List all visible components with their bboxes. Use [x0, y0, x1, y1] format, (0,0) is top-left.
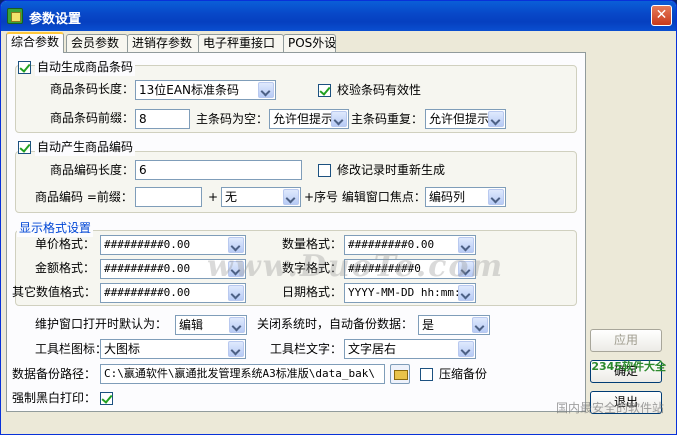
toolbar-text-select[interactable]: 文字居右: [344, 339, 476, 359]
toolbar-text-value: 文字居右: [348, 342, 397, 356]
tab-scale[interactable]: 电子秤重接口: [198, 34, 284, 53]
main-barcode-empty-select[interactable]: 允许但提示: [269, 109, 349, 129]
date-format-select[interactable]: YYYY-MM-DD hh:mm:ss: [344, 283, 476, 303]
bw-print-label: 强制黑白打印：: [12, 391, 97, 405]
chevron-down-icon[interactable]: [258, 82, 274, 98]
chevron-down-icon[interactable]: [228, 237, 244, 253]
number-format-select[interactable]: ##########0: [344, 259, 476, 279]
folder-browse-icon[interactable]: [390, 364, 410, 384]
chevron-down-icon[interactable]: [488, 189, 504, 205]
other-format-label: 其它数值格式：: [12, 285, 97, 299]
main-barcode-empty-value: 允许但提示: [273, 112, 334, 126]
apply-button[interactable]: 应用: [590, 329, 662, 352]
main-barcode-dup-select[interactable]: 允许但提示: [425, 109, 506, 129]
auto-barcode-checkbox[interactable]: [18, 61, 31, 74]
maint-window-value: 编辑: [179, 318, 204, 332]
regen-code-checkbox[interactable]: [318, 164, 331, 177]
other-format-value: #########0.00: [104, 286, 191, 299]
chevron-down-icon[interactable]: [228, 285, 244, 301]
chevron-down-icon[interactable]: [228, 261, 244, 277]
price-format-select[interactable]: #########0.00: [100, 235, 246, 255]
other-format-select[interactable]: #########0.00: [100, 283, 246, 303]
amount-format-label: 金额格式：: [35, 261, 96, 275]
qty-format-value: #########0.00: [348, 238, 435, 251]
maint-window-label: 维护窗口打开时默认为：: [35, 317, 168, 331]
toolbar-icon-select[interactable]: 大图标: [100, 339, 246, 359]
chevron-down-icon[interactable]: [331, 111, 347, 127]
code-mid-value: 无: [225, 190, 238, 204]
auto-code-checkbox[interactable]: [18, 141, 31, 154]
backup-path-label: 数据备份路径：: [12, 367, 97, 381]
code-prefix-label: 商品编码 =前缀：: [35, 190, 133, 204]
chevron-down-icon[interactable]: [228, 341, 244, 357]
edit-focus-value: 编码列: [429, 190, 466, 204]
edit-focus-select[interactable]: 编码列: [425, 187, 506, 207]
app-icon: [7, 8, 23, 24]
chevron-down-icon[interactable]: [458, 285, 474, 301]
verify-barcode-checkbox[interactable]: [318, 84, 331, 97]
main-barcode-empty-label: 主条码为空：: [196, 112, 269, 126]
compress-backup-checkbox[interactable]: [420, 368, 433, 381]
chevron-down-icon[interactable]: [488, 111, 504, 127]
barcode-length-value: 13位EAN标准条码: [139, 83, 240, 97]
barcode-prefix-input[interactable]: 8: [135, 109, 190, 129]
number-format-value: ##########0: [348, 262, 421, 275]
main-barcode-dup-label: 主条码重复：: [351, 112, 424, 126]
toolbar-icon-label: 工具栏图标：: [35, 342, 108, 356]
date-format-value: YYYY-MM-DD hh:mm:ss: [348, 286, 474, 299]
barcode-length-select[interactable]: 13位EAN标准条码: [135, 80, 276, 100]
tab-panel-general: 自动生成商品条码 商品条码长度： 13位EAN标准条码 校验条码有效性 商品条码…: [6, 52, 586, 412]
close-button[interactable]: ✕: [651, 5, 672, 26]
plus-label: +: [208, 190, 219, 204]
tab-pos[interactable]: POS外设: [283, 34, 336, 53]
price-format-value: #########0.00: [104, 238, 191, 251]
barcode-prefix-label: 商品条码前缀：: [50, 111, 135, 125]
corner-watermark-logo: 2345软件大全: [591, 360, 666, 373]
regen-code-label: 修改记录时重新生成: [337, 163, 446, 177]
settings-window: 参数设置 ✕ 综合参数 会员参数 进销存参数 电子秤重接口 POS外设 自动生成…: [0, 0, 677, 435]
qty-format-select[interactable]: #########0.00: [344, 235, 476, 255]
main-barcode-dup-value: 允许但提示: [429, 112, 490, 126]
chevron-down-icon[interactable]: [283, 189, 299, 205]
bw-print-checkbox[interactable]: [100, 392, 113, 405]
price-format-label: 单价格式：: [35, 237, 96, 251]
tab-general[interactable]: 综合参数: [6, 32, 64, 53]
chevron-down-icon[interactable]: [229, 317, 245, 333]
compress-backup-label: 压缩备份: [439, 367, 488, 381]
code-length-input[interactable]: 6: [135, 160, 302, 180]
code-prefix-input[interactable]: [135, 187, 202, 207]
toolbar-icon-value: 大图标: [104, 342, 141, 356]
number-format-label: 数字格式：: [282, 261, 343, 275]
tab-member[interactable]: 会员参数: [66, 34, 128, 53]
date-format-label: 日期格式：: [282, 285, 343, 299]
backup-path-input[interactable]: C:\嬴通软件\嬴通批发管理系统A3标准版\data_bak\: [100, 364, 385, 384]
corner-watermark-text: 国内最安全的软件站: [555, 401, 664, 415]
chevron-down-icon[interactable]: [458, 341, 474, 357]
toolbar-text-label: 工具栏文字：: [270, 342, 343, 356]
backup-on-close-select[interactable]: 是: [418, 315, 490, 335]
code-mid-select[interactable]: 无: [221, 187, 301, 207]
maint-window-select[interactable]: 编辑: [175, 315, 247, 335]
verify-barcode-label: 校验条码有效性: [337, 83, 422, 97]
window-title: 参数设置: [29, 12, 82, 27]
title-bar[interactable]: 参数设置 ✕: [1, 1, 676, 31]
auto-barcode-label: 自动生成商品条码: [35, 58, 136, 76]
code-suffix-label: +序号 编辑窗口焦点：: [304, 190, 426, 204]
amount-format-select[interactable]: #########0.00: [100, 259, 246, 279]
backup-on-close-label: 关闭系统时，自动备份数据：: [257, 317, 414, 331]
barcode-length-label: 商品条码长度：: [50, 82, 135, 96]
chevron-down-icon[interactable]: [458, 261, 474, 277]
chevron-down-icon[interactable]: [458, 237, 474, 253]
tab-inventory[interactable]: 进销存参数: [127, 34, 199, 53]
qty-format-label: 数量格式：: [282, 237, 343, 251]
backup-on-close-value: 是: [422, 318, 435, 332]
code-length-label: 商品编码长度：: [50, 163, 135, 177]
amount-format-value: #########0.00: [104, 262, 191, 275]
auto-code-label: 自动产生商品编码: [35, 138, 136, 156]
chevron-down-icon[interactable]: [472, 317, 488, 333]
